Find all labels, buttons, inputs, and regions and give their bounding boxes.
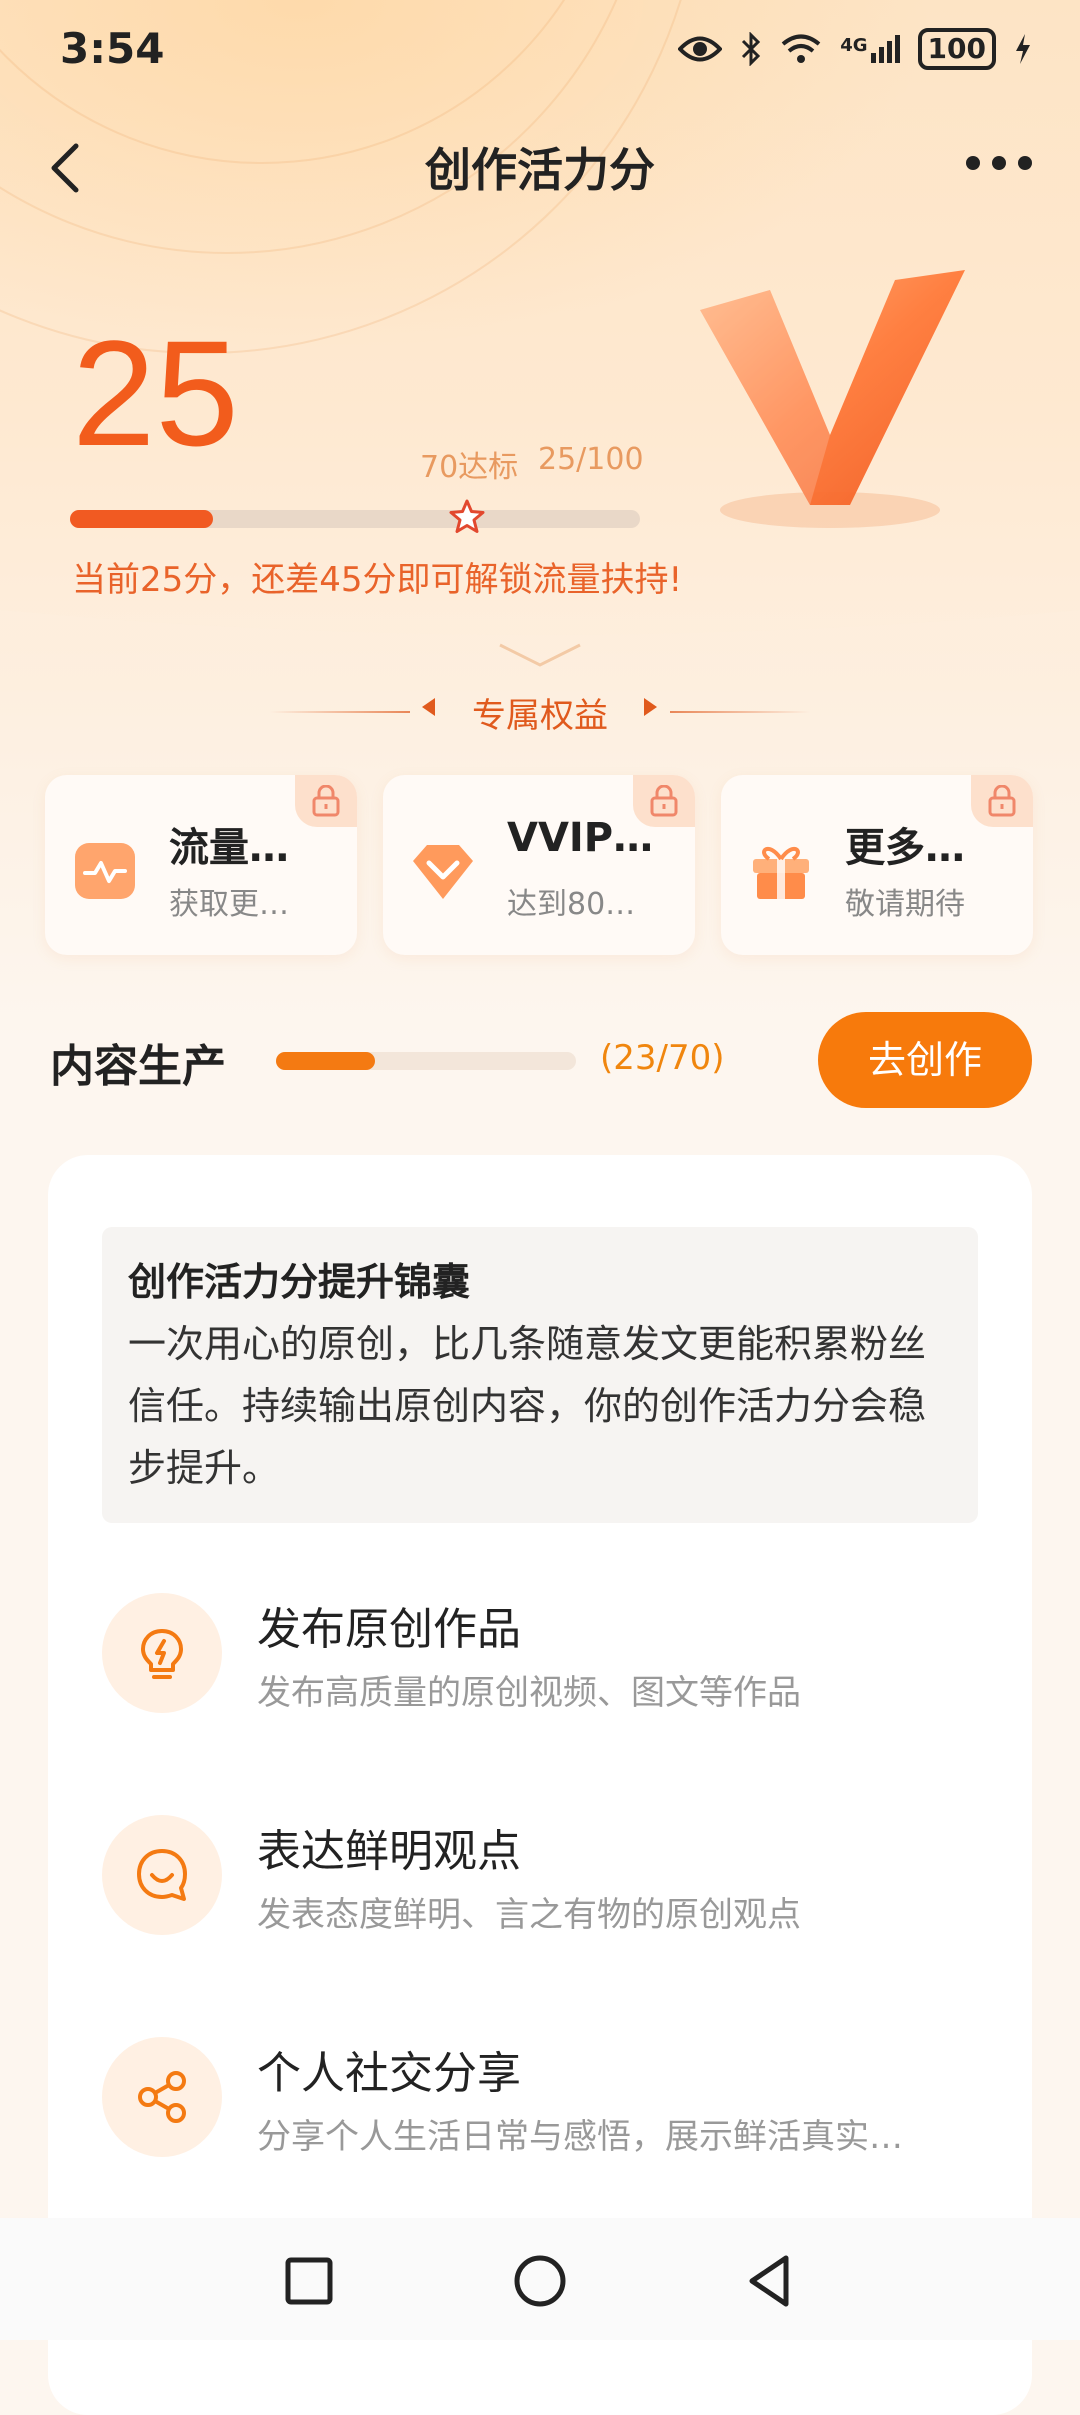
recents-icon[interactable] (274, 2246, 344, 2316)
create-button[interactable]: 去创作 (818, 1012, 1032, 1108)
score-ratio: 25/100 (538, 442, 644, 477)
wifi-icon (781, 34, 821, 63)
score-value: 25 (72, 309, 239, 477)
v-logo-icon (700, 270, 965, 528)
content-progress-fill (276, 1052, 375, 1070)
more-icon[interactable] (966, 156, 1032, 170)
system-nav-bar (0, 2218, 1080, 2340)
lightbulb-icon (141, 1629, 183, 1679)
diamond-icon (413, 845, 473, 899)
charging-icon (1016, 34, 1030, 64)
back-icon[interactable] (736, 2246, 806, 2316)
score-progress-bar (70, 510, 640, 528)
list-item-opinion[interactable]: 表达鲜明观点 发表态度鲜明、言之有物的原创观点 (102, 1795, 978, 1935)
chat-smile-icon (137, 1849, 187, 1901)
gift-icon (753, 846, 809, 899)
tip-body: 一次用心的原创，比几条随意发文更能积累粉丝信任。持续输出原创内容，你的创作活力分… (128, 1322, 927, 1490)
tip-box: 创作活力分提升锦囊 一次用心的原创，比几条随意发文更能积累粉丝信任。持续输出原创… (102, 1227, 978, 1523)
bluetooth-icon (742, 32, 761, 66)
list-item-social-share[interactable]: 个人社交分享 分享个人生活日常与感悟，展示鲜活真实… (102, 2017, 978, 2157)
traffic-icon (75, 843, 135, 899)
tip-title: 创作活力分提升锦囊 (128, 1260, 471, 1304)
benefit-card-vvip[interactable]: VVIP… 达到80… (383, 775, 695, 955)
eye-icon (678, 36, 723, 62)
header-separator (0, 610, 1080, 690)
lock-icon (295, 775, 357, 827)
status-bar: 3:54 4G 100 (0, 0, 1080, 100)
status-time: 3:54 (60, 24, 165, 73)
content-progress-bar (276, 1052, 576, 1070)
share-icon (138, 2071, 186, 2123)
score-tip: 当前25分，还差45分即可解锁流量扶持! (72, 560, 683, 600)
target-star-icon (449, 499, 485, 533)
benefit-card-traffic[interactable]: 流量… 获取更… (45, 775, 357, 955)
lock-icon (971, 775, 1033, 827)
nav-bar: 创作活力分 (0, 120, 1080, 220)
network-icon: 4G (840, 35, 900, 63)
list-item-original-work[interactable]: 发布原创作品 发布高质量的原创视频、图文等作品 (102, 1573, 978, 1713)
home-icon[interactable] (505, 2246, 575, 2316)
benefit-card-more[interactable]: 更多… 敬请期待 (721, 775, 1033, 955)
battery-icon: 100 (917, 28, 996, 70)
target-label: 70达标 (420, 450, 519, 485)
score-progress-fill (70, 510, 213, 528)
content-section-title: 内容生产 (50, 1041, 226, 1092)
page-title: 创作活力分 (425, 143, 655, 197)
content-count: (23/70) (600, 1038, 725, 1078)
